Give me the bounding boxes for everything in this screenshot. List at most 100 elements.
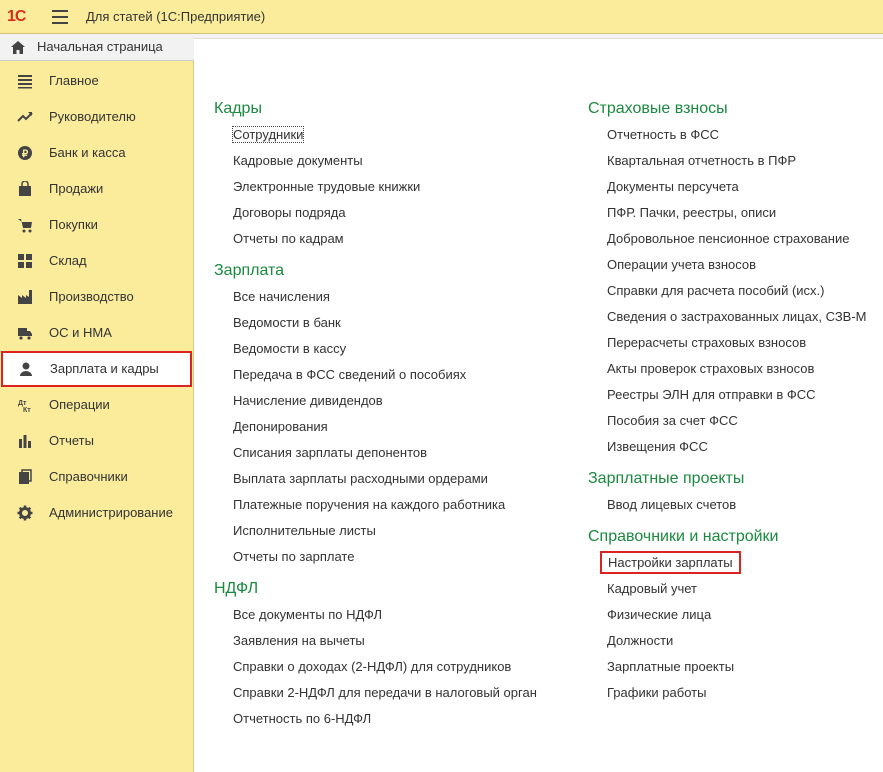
home-page-label: Начальная страница bbox=[37, 39, 163, 54]
link-dividends[interactable]: Начисление дивидендов bbox=[214, 392, 537, 418]
link-fss-notices[interactable]: Извещения ФСС bbox=[588, 438, 867, 464]
link-payment-orders[interactable]: Платежные поручения на каждого работника bbox=[214, 496, 537, 522]
truck-icon bbox=[17, 325, 33, 341]
link-all-ndfl-docs[interactable]: Все документы по НДФЛ bbox=[214, 606, 537, 632]
link-salary-reports[interactable]: Отчеты по зарплате bbox=[214, 548, 537, 574]
sidebar-item-label: Администрирование bbox=[49, 505, 173, 520]
sidebar-item-label: Продажи bbox=[49, 181, 104, 196]
link-hr-accounting[interactable]: Кадровый учет bbox=[588, 580, 867, 606]
link-fss-benefits-paid[interactable]: Пособия за счет ФСС bbox=[588, 412, 867, 438]
link-deposit-writeoffs[interactable]: Списания зарплаты депонентов bbox=[214, 444, 537, 470]
book-icon bbox=[17, 469, 33, 485]
sidebar-item-salary-hr[interactable]: Зарплата и кадры bbox=[1, 351, 192, 387]
svg-text:Кт: Кт bbox=[23, 407, 31, 413]
section-title-salary-projects: Зарплатные проекты bbox=[588, 470, 745, 487]
sidebar-item-operations[interactable]: Дт Кт Операции bbox=[0, 387, 194, 423]
dt-kt-icon: Дт Кт bbox=[17, 397, 33, 414]
sidebar-item-purchases[interactable]: Покупки bbox=[0, 207, 194, 243]
link-contracts[interactable]: Договоры подряда bbox=[214, 204, 537, 230]
link-contribution-operations[interactable]: Операции учета взносов bbox=[588, 256, 867, 282]
grid-icon bbox=[17, 253, 33, 269]
sidebar-item-label: Склад bbox=[49, 253, 87, 268]
cart-icon bbox=[17, 217, 33, 233]
trend-up-icon bbox=[17, 109, 33, 125]
sidebar-item-label: Покупки bbox=[49, 217, 98, 232]
sidebar-item-assets[interactable]: ОС и НМА bbox=[0, 315, 194, 351]
link-2ndfl-tax-office[interactable]: Справки 2-НДФЛ для передачи в налоговый … bbox=[214, 684, 537, 710]
link-6ndfl-reports[interactable]: Отчетность по 6-НДФЛ bbox=[214, 710, 537, 736]
link-benefit-certificates[interactable]: Справки для расчета пособий (исх.) bbox=[588, 282, 867, 308]
link-deduction-applications[interactable]: Заявления на вычеты bbox=[214, 632, 537, 658]
sidebar-item-production[interactable]: Производство bbox=[0, 279, 194, 315]
link-eln-registers[interactable]: Реестры ЭЛН для отправки в ФСС bbox=[588, 386, 867, 412]
sections-sidebar: Начальная страница Главное Руководителю … bbox=[0, 34, 194, 772]
link-work-schedules[interactable]: Графики работы bbox=[588, 684, 867, 710]
link-employees[interactable]: Сотрудники bbox=[214, 126, 537, 152]
tab-strip bbox=[194, 34, 883, 39]
link-cash-statements[interactable]: Ведомости в кассу bbox=[214, 340, 537, 366]
svg-text:₽: ₽ bbox=[22, 149, 29, 160]
link-voluntary-pension[interactable]: Добровольное пенсионное страхование bbox=[588, 230, 867, 256]
sidebar-item-reports[interactable]: Отчеты bbox=[0, 423, 194, 459]
section-title-insurance: Страховые взносы bbox=[588, 100, 728, 117]
link-hr-reports[interactable]: Отчеты по кадрам bbox=[214, 230, 537, 256]
nav-list: Главное Руководителю ₽ Банк и касса Прод… bbox=[0, 63, 194, 531]
sidebar-item-label: Отчеты bbox=[49, 433, 94, 448]
gear-icon bbox=[17, 505, 33, 521]
left-column: Кадры Сотрудники Кадровые документы Элек… bbox=[214, 100, 537, 736]
title-bar: 1С Для статей (1С:Предприятие) bbox=[0, 0, 883, 34]
window-title: Для статей (1С:Предприятие) bbox=[86, 9, 266, 24]
link-contribution-recalc[interactable]: Перерасчеты страховых взносов bbox=[588, 334, 867, 360]
link-personal-records[interactable]: Документы персучета bbox=[588, 178, 867, 204]
link-account-entry[interactable]: Ввод лицевых счетов bbox=[588, 496, 867, 522]
sidebar-item-bank[interactable]: ₽ Банк и касса bbox=[0, 135, 194, 171]
link-bank-statements[interactable]: Ведомости в банк bbox=[214, 314, 537, 340]
section-title-hr: Кадры bbox=[214, 100, 262, 117]
home-page-item[interactable]: Начальная страница bbox=[0, 34, 194, 61]
sidebar-item-label: Банк и касса bbox=[49, 145, 126, 160]
link-pfr-quarterly[interactable]: Квартальная отчетность в ПФР bbox=[588, 152, 867, 178]
home-icon bbox=[11, 41, 25, 57]
svg-text:Дт: Дт bbox=[18, 400, 27, 407]
link-salary-projects[interactable]: Зарплатные проекты bbox=[588, 658, 867, 684]
sidebar-item-label: Главное bbox=[49, 73, 99, 88]
link-positions[interactable]: Должности bbox=[588, 632, 867, 658]
coin-icon: ₽ bbox=[17, 145, 33, 161]
sidebar-item-label: Производство bbox=[49, 289, 134, 304]
link-szv-m[interactable]: Сведения о застрахованных лицах, СЗВ-М bbox=[588, 308, 867, 334]
sidebar-item-warehouse[interactable]: Склад bbox=[0, 243, 194, 279]
link-cash-orders[interactable]: Выплата зарплаты расходными ордерами bbox=[214, 470, 537, 496]
link-writs[interactable]: Исполнительные листы bbox=[214, 522, 537, 548]
link-salary-settings[interactable]: Настройки зарплаты bbox=[588, 551, 867, 580]
link-all-accruals[interactable]: Все начисления bbox=[214, 288, 537, 314]
link-fss-reports[interactable]: Отчетность в ФСС bbox=[588, 126, 867, 152]
link-2ndfl-employees[interactable]: Справки о доходах (2-НДФЛ) для сотрудник… bbox=[214, 658, 537, 684]
link-fss-benefits[interactable]: Передача в ФСС сведений о пособиях bbox=[214, 366, 537, 392]
right-column: Страховые взносы Отчетность в ФСС Кварта… bbox=[588, 100, 867, 710]
1c-logo: 1С bbox=[7, 8, 26, 25]
link-audit-acts[interactable]: Акты проверок страховых взносов bbox=[588, 360, 867, 386]
link-individuals[interactable]: Физические лица bbox=[588, 606, 867, 632]
link-hr-documents[interactable]: Кадровые документы bbox=[214, 152, 537, 178]
sidebar-item-label: Операции bbox=[49, 397, 110, 412]
link-deposits[interactable]: Депонирования bbox=[214, 418, 537, 444]
sidebar-item-label: Руководителю bbox=[49, 109, 136, 124]
section-title-salary: Зарплата bbox=[214, 262, 285, 279]
hamburger-menu-icon[interactable] bbox=[52, 10, 68, 24]
sidebar-item-main[interactable]: Главное bbox=[0, 63, 194, 99]
link-electronic-workbooks[interactable]: Электронные трудовые книжки bbox=[214, 178, 537, 204]
sidebar-item-manager[interactable]: Руководителю bbox=[0, 99, 194, 135]
menu-lines-icon bbox=[17, 73, 33, 89]
sidebar-item-sales[interactable]: Продажи bbox=[0, 171, 194, 207]
link-pfr-packs[interactable]: ПФР. Пачки, реестры, описи bbox=[588, 204, 867, 230]
sidebar-item-directories[interactable]: Справочники bbox=[0, 459, 194, 495]
sidebar-item-admin[interactable]: Администрирование bbox=[0, 495, 194, 531]
sidebar-item-label: Зарплата и кадры bbox=[50, 361, 159, 376]
sidebar-item-label: Справочники bbox=[49, 469, 128, 484]
section-panel: Кадры Сотрудники Кадровые документы Элек… bbox=[194, 34, 883, 772]
sidebar-item-label: ОС и НМА bbox=[49, 325, 112, 340]
factory-icon bbox=[17, 289, 33, 305]
section-title-ndfl: НДФЛ bbox=[214, 580, 259, 597]
bag-icon bbox=[17, 180, 33, 197]
person-icon bbox=[18, 361, 34, 377]
